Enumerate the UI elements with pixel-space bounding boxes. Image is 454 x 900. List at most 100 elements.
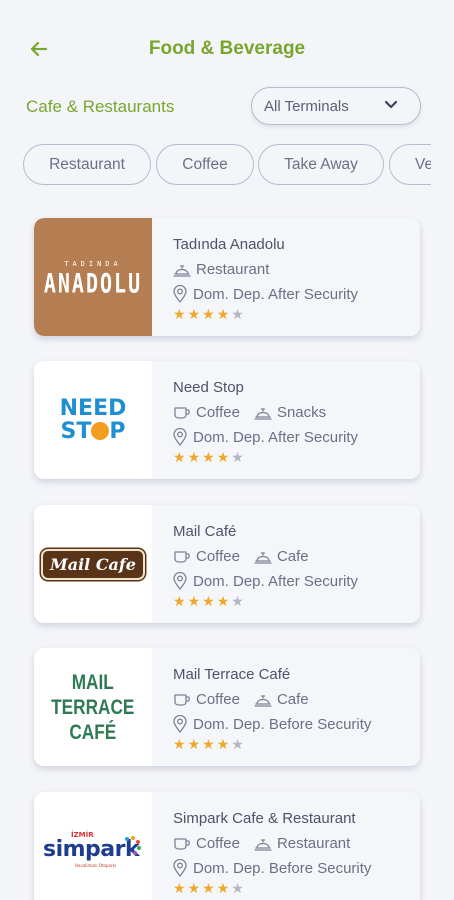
venue-tags: Coffee Cafe xyxy=(173,548,323,565)
star-icon: ★ xyxy=(202,450,215,466)
star-icon: ★ xyxy=(231,594,244,610)
rating-stars: ★ ★ ★ ★ ★ xyxy=(173,595,246,609)
venue-tag: Coffee xyxy=(173,404,240,421)
venue-name: Simpark Cafe & Restaurant xyxy=(173,810,356,827)
category-chips: Restaurant Coffee Take Away Ve xyxy=(0,143,431,187)
venue-card[interactable]: MAIL TERRACE CAFÉ Mail Terrace Café Coff… xyxy=(34,648,420,766)
chip-restaurant[interactable]: Restaurant xyxy=(23,144,151,185)
venue-logo: Mail Cafe xyxy=(34,505,152,623)
star-icon: ★ xyxy=(173,737,186,753)
rating-stars: ★ ★ ★ ★ ★ xyxy=(173,451,246,465)
section-title: Cafe & Restaurants xyxy=(26,97,175,116)
chip-coffee[interactable]: Coffee xyxy=(156,144,254,185)
star-icon: ★ xyxy=(202,594,215,610)
venue-tags: Coffee Cafe xyxy=(173,691,323,708)
mail-cafe-logo: Mail Cafe xyxy=(41,548,145,580)
venue-card[interactable]: Mail Cafe Mail Café Coffee Cafe Dom. Dep… xyxy=(34,505,420,623)
venue-location: Dom. Dep. Before Security xyxy=(173,715,371,733)
chip-partial[interactable]: Ve xyxy=(389,144,431,185)
chip-take-away[interactable]: Take Away xyxy=(258,144,384,185)
star-icon: ★ xyxy=(216,594,230,610)
cloche-icon xyxy=(254,694,272,707)
venue-tag: Cafe xyxy=(254,548,309,565)
chevron-down-icon xyxy=(384,100,398,109)
venue-name: Tadında Anadolu xyxy=(173,236,285,253)
venue-tag: Cafe xyxy=(254,691,309,708)
star-icon: ★ xyxy=(202,307,215,323)
section-row: Cafe & Restaurants All Terminals xyxy=(0,86,454,128)
venue-name: Mail Terrace Café xyxy=(173,666,291,683)
venue-logo: NEED ST P xyxy=(34,361,152,479)
location-pin-icon xyxy=(173,859,187,877)
header: Food & Beverage xyxy=(0,0,454,90)
venue-name: Need Stop xyxy=(173,379,244,396)
location-pin-icon xyxy=(173,428,187,446)
venue-card[interactable]: İZMİR simpark Havalimanı Otoparkı Simpar… xyxy=(34,792,420,900)
venue-location: Dom. Dep. After Security xyxy=(173,285,358,303)
star-icon: ★ xyxy=(216,881,230,897)
coffee-cup-icon xyxy=(174,837,190,850)
venue-location: Dom. Dep. Before Security xyxy=(173,859,371,877)
venue-card[interactable]: TADINDA ANADOLU Tadında Anadolu Restaura… xyxy=(34,218,420,336)
star-icon: ★ xyxy=(216,450,230,466)
star-icon: ★ xyxy=(173,450,186,466)
venue-logo: İZMİR simpark Havalimanı Otoparkı xyxy=(34,792,152,900)
star-icon: ★ xyxy=(187,737,201,753)
venue-tag: Restaurant xyxy=(254,835,350,852)
cloche-icon xyxy=(254,551,272,564)
mail-terrace-cafe-logo: MAIL TERRACE CAFÉ xyxy=(51,670,135,744)
coffee-cup-icon xyxy=(174,406,190,419)
star-icon: ★ xyxy=(231,881,244,897)
star-icon: ★ xyxy=(231,737,244,753)
venue-tag: Coffee xyxy=(173,691,240,708)
venue-tag: Coffee xyxy=(173,835,240,852)
venue-info: Need Stop Coffee Snacks Dom. Dep. After … xyxy=(152,361,420,479)
star-icon: ★ xyxy=(187,594,201,610)
star-icon: ★ xyxy=(202,881,215,897)
location-pin-icon xyxy=(173,285,187,303)
star-icon: ★ xyxy=(231,450,244,466)
simpark-logo: İZMİR simpark Havalimanı Otoparkı xyxy=(43,831,141,868)
star-icon: ★ xyxy=(187,881,201,897)
page-title: Food & Beverage xyxy=(148,38,306,59)
venue-location: Dom. Dep. After Security xyxy=(173,572,358,590)
coffee-cup-icon xyxy=(174,550,190,563)
star-icon: ★ xyxy=(173,881,186,897)
venue-tag: Restaurant xyxy=(173,261,269,278)
venue-name: Mail Café xyxy=(173,523,237,540)
star-icon: ★ xyxy=(187,450,201,466)
venue-tag: Coffee xyxy=(173,548,240,565)
venue-info: Simpark Cafe & Restaurant Coffee Restaur… xyxy=(152,792,420,900)
venue-card[interactable]: NEED ST P Need Stop Coffee Snacks Dom. De… xyxy=(34,361,420,479)
venue-info: Mail Café Coffee Cafe Dom. Dep. After Se… xyxy=(152,505,420,623)
venue-tags: Coffee Snacks xyxy=(173,404,340,421)
location-pin-icon xyxy=(173,715,187,733)
star-icon: ★ xyxy=(202,737,215,753)
rating-stars: ★ ★ ★ ★ ★ xyxy=(173,308,246,322)
star-icon: ★ xyxy=(216,737,230,753)
star-icon: ★ xyxy=(216,307,230,323)
venue-info: Mail Terrace Café Coffee Cafe Dom. Dep. … xyxy=(152,648,420,766)
venue-tags: Restaurant xyxy=(173,261,283,278)
star-icon: ★ xyxy=(187,307,201,323)
tadinda-anadolu-logo: TADINDA ANADOLU xyxy=(34,218,152,336)
rating-stars: ★ ★ ★ ★ ★ xyxy=(173,882,246,896)
venue-logo: MAIL TERRACE CAFÉ xyxy=(34,648,152,766)
venue-tags: Coffee Restaurant xyxy=(173,835,364,852)
coffee-cup-icon xyxy=(174,693,190,706)
venue-tag: Snacks xyxy=(254,404,326,421)
star-icon: ★ xyxy=(173,594,186,610)
terminal-filter-dropdown[interactable]: All Terminals xyxy=(251,87,421,125)
cloche-icon xyxy=(254,838,272,851)
star-icon: ★ xyxy=(173,307,186,323)
venue-location: Dom. Dep. After Security xyxy=(173,428,358,446)
need-stop-logo: NEED ST P xyxy=(59,396,127,444)
venue-logo: TADINDA ANADOLU xyxy=(34,218,152,336)
star-icon: ★ xyxy=(231,307,244,323)
venue-info: Tadında Anadolu Restaurant Dom. Dep. Aft… xyxy=(152,218,420,336)
location-pin-icon xyxy=(173,572,187,590)
terminal-filter-value: All Terminals xyxy=(264,97,349,115)
cloche-icon xyxy=(254,407,272,420)
rating-stars: ★ ★ ★ ★ ★ xyxy=(173,738,246,752)
cloche-icon xyxy=(173,264,191,277)
